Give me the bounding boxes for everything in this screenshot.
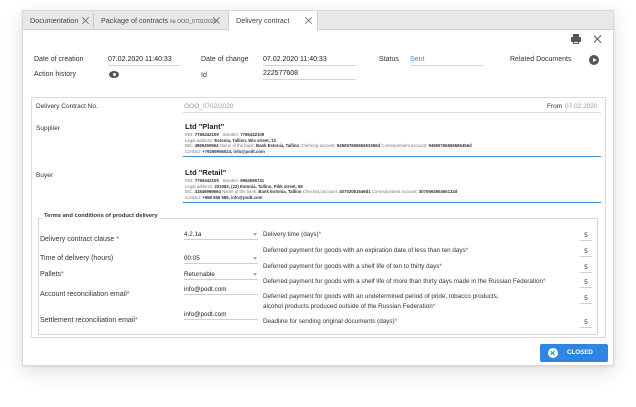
time-of-delivery-label: Time of delivery (hours) [40, 255, 114, 262]
close-circle-icon [548, 348, 558, 358]
deferred-payment-less-ten-days-input[interactable]: 5 [580, 247, 592, 257]
deferred-payment-more-thirty-days-label: Deferred payment for goods with a shelf … [263, 278, 546, 285]
id-value: 222577608 [263, 69, 356, 80]
id-label: Id [201, 72, 207, 79]
tab-delivery-contract[interactable]: Delivery contract [228, 11, 318, 31]
closed-button-label: CLOSED [567, 349, 593, 356]
pallets-label: Pallets* [40, 271, 64, 278]
deferred-payment-ten-thirty-days-input[interactable]: 5 [580, 263, 592, 273]
delivery-contract-clause-select[interactable]: 4.2.1a [184, 230, 258, 240]
status-value: Sent [410, 55, 483, 66]
deferred-payment-undetermined-label-cont: alcohol products produced outside of the… [263, 303, 436, 310]
supplier-underline [183, 156, 601, 157]
tab-label: Documentation [30, 16, 79, 25]
buyer-contact: Contact: +958 555 585, info@podt.com [185, 194, 263, 200]
tab-bar: Documentation Package of contracts № OOO… [23, 11, 613, 31]
date-of-creation-value: 07.02.2020 11:40:33 [108, 55, 180, 66]
date-of-creation-label: Date of creation [34, 56, 84, 63]
date-of-change-label: Date of change [201, 56, 249, 63]
tab-close-icon[interactable] [81, 16, 90, 25]
deadline-original-documents-input[interactable]: 5 [580, 318, 592, 328]
supplier-label: Supplier [36, 125, 60, 132]
chevron-down-icon [253, 257, 257, 260]
deferred-payment-ten-thirty-days-label: Deferred payment for goods with a shelf … [263, 263, 442, 270]
contract-window: Documentation Package of contracts № OOO… [22, 10, 614, 366]
supplier-name: Ltd "Plant" [185, 122, 225, 131]
delivery-time-days-input[interactable]: 5 [580, 231, 592, 241]
status-label: Status [379, 56, 399, 63]
deferred-payment-undetermined-label: Deferred payment for goods with an undet… [263, 293, 499, 300]
chevron-down-icon [253, 273, 257, 276]
delivery-time-days-label: Delivery time (days)* [263, 231, 322, 238]
closed-button[interactable]: CLOSED [540, 344, 608, 362]
time-of-delivery-select[interactable]: 00:05 [184, 254, 258, 264]
tab-label: Package of contracts [101, 16, 169, 25]
buyer-label: Buyer [36, 172, 53, 179]
date-of-change-value: 07.02.2020 11:40:33 [263, 55, 356, 66]
close-icon[interactable] [592, 33, 604, 45]
print-icon[interactable] [570, 33, 582, 45]
terms-group-title: Terms and conditions of product delivery [42, 213, 160, 219]
deferred-payment-undetermined-input[interactable]: 5 [580, 294, 592, 304]
delivery-contract-no-value: OOO_0702/2020 [184, 103, 234, 110]
account-reconciliation-email-label: Account reconciliation email* [40, 291, 130, 298]
settlement-reconciliation-email-label: Settlement reconciliation email* [40, 317, 138, 324]
eye-icon[interactable] [109, 71, 119, 78]
related-documents-label: Related Documents [510, 56, 572, 63]
buyer-name: Ltd "Retail" [185, 168, 227, 177]
tab-documentation[interactable]: Documentation [23, 11, 93, 30]
play-icon[interactable] [589, 55, 599, 65]
delivery-contract-clause-label: Delivery contract clause * [40, 236, 119, 243]
deferred-payment-less-ten-days-label: Deferred payment for goods with an expir… [263, 247, 469, 254]
from-label: From [547, 103, 563, 110]
contract-no-underline [183, 112, 601, 113]
tab-close-icon[interactable] [304, 16, 313, 25]
delivery-contract-no-label: Delivery Contract No. [36, 103, 98, 110]
deadline-original-documents-label: Deadline for sending original documents … [263, 318, 398, 325]
tab-label: Delivery contract [236, 16, 290, 25]
settlement-reconciliation-email-input[interactable]: info@podt.com [184, 310, 258, 320]
contract-panel: Delivery Contract No. OOO_0702/2020 From… [31, 97, 606, 338]
from-value: 07.02.2020 [565, 103, 598, 110]
deferred-payment-more-thirty-days-input[interactable]: 5 [580, 278, 592, 288]
tab-close-icon[interactable] [212, 16, 221, 25]
tab-package-of-contracts[interactable]: Package of contracts № OOO_0702/2020 [94, 11, 227, 30]
supplier-contact: Contact: +79269956524, info@podt.com [185, 148, 265, 154]
chevron-down-icon [253, 233, 257, 236]
tab-label-suffix: № OOO_0702/2020 [170, 19, 217, 25]
buyer-underline [183, 202, 601, 203]
account-reconciliation-email-input[interactable]: info@podt.com [184, 285, 258, 295]
action-history-label: Action history [34, 71, 77, 78]
pallets-select[interactable]: Returnable [184, 270, 258, 280]
